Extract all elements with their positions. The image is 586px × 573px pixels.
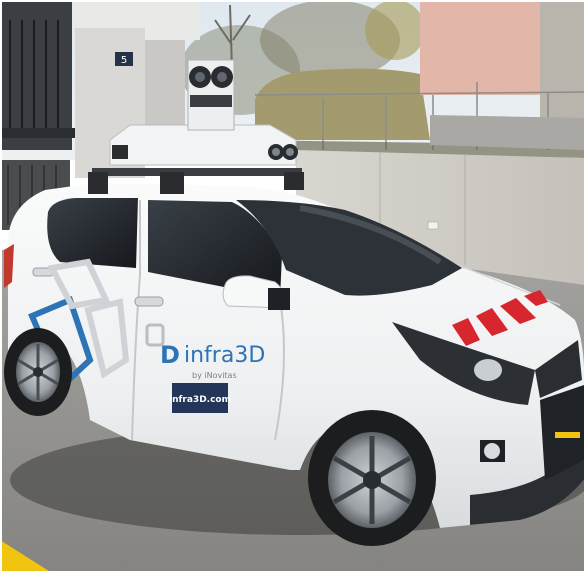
brand-logo-letter: D (160, 341, 180, 369)
pink-house (420, 0, 550, 95)
brand-name: infra3D (184, 343, 265, 368)
website-badge: infra3D.com (169, 383, 231, 413)
front-wheel (308, 410, 436, 546)
building-sign-number: 5 (121, 55, 127, 66)
brand-tagline: by iNovitas (192, 371, 237, 380)
street-scene: 5 D infra3D by iNovitas infra3D.com (0, 0, 586, 573)
hedge (255, 68, 430, 140)
brand-website: infra3D.com (169, 395, 231, 405)
rear-wheel (4, 328, 72, 416)
rear-window (47, 198, 139, 268)
photo-frame: 5 D infra3D by iNovitas infra3D.com (0, 0, 586, 573)
